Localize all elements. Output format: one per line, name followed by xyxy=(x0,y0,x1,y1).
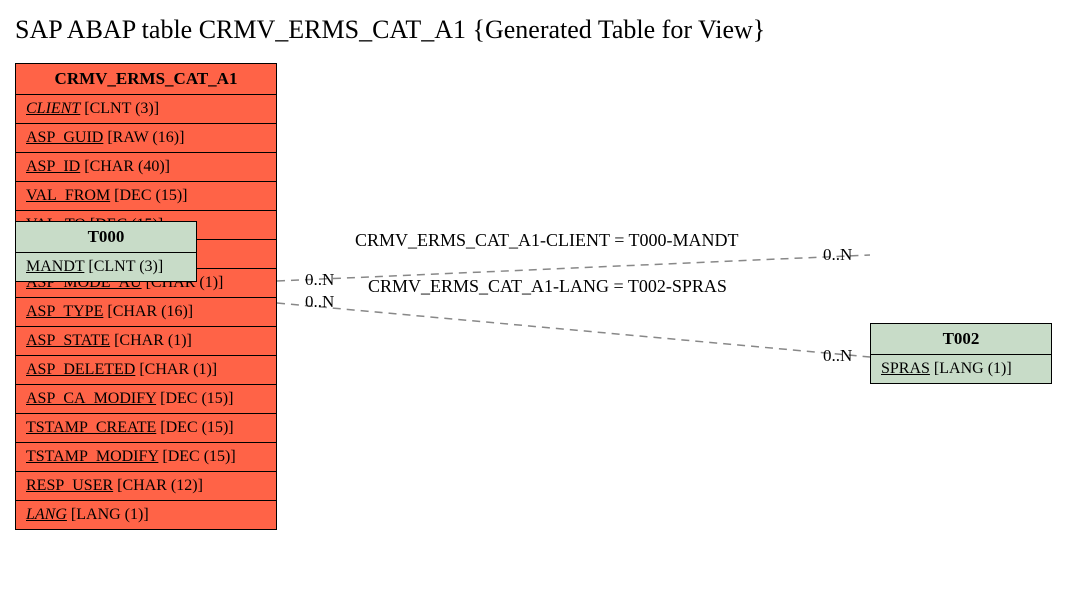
entity-t000-field: MANDT [CLNT (3)] xyxy=(16,253,196,281)
card-right-0: 0..N xyxy=(823,245,852,265)
entity-t000: T000 MANDT [CLNT (3)] xyxy=(15,221,197,282)
entity-t002-header: T002 xyxy=(871,324,1051,355)
entity-main-header: CRMV_ERMS_CAT_A1 xyxy=(16,64,276,95)
entity-main-field: VAL_FROM [DEC (15)] xyxy=(16,182,276,211)
card-left-0: 0..N xyxy=(305,270,334,290)
entity-t000-header: T000 xyxy=(16,222,196,253)
entity-main-field: ASP_ID [CHAR (40)] xyxy=(16,153,276,182)
card-right-1: 0..N xyxy=(823,346,852,366)
entity-main-field: TSTAMP_MODIFY [DEC (15)] xyxy=(16,443,276,472)
card-left-1: 0..N xyxy=(305,292,334,312)
entity-main-field: RESP_USER [CHAR (12)] xyxy=(16,472,276,501)
er-diagram: CRMV_ERMS_CAT_A1 CLIENT [CLNT (3)]ASP_GU… xyxy=(15,63,1056,593)
relation-label-0: CRMV_ERMS_CAT_A1-CLIENT = T000-MANDT xyxy=(355,230,739,251)
entity-t002-field: SPRAS [LANG (1)] xyxy=(871,355,1051,383)
entity-main-field: ASP_GUID [RAW (16)] xyxy=(16,124,276,153)
relation-label-1: CRMV_ERMS_CAT_A1-LANG = T002-SPRAS xyxy=(368,276,727,297)
entity-main-field: ASP_TYPE [CHAR (16)] xyxy=(16,298,276,327)
entity-main-field: ASP_STATE [CHAR (1)] xyxy=(16,327,276,356)
entity-main-field: ASP_CA_MODIFY [DEC (15)] xyxy=(16,385,276,414)
entity-main: CRMV_ERMS_CAT_A1 CLIENT [CLNT (3)]ASP_GU… xyxy=(15,63,277,530)
entity-main-field: CLIENT [CLNT (3)] xyxy=(16,95,276,124)
page-title: SAP ABAP table CRMV_ERMS_CAT_A1 {Generat… xyxy=(15,15,1056,45)
entity-main-field: ASP_DELETED [CHAR (1)] xyxy=(16,356,276,385)
entity-main-field: LANG [LANG (1)] xyxy=(16,501,276,529)
entity-t002: T002 SPRAS [LANG (1)] xyxy=(870,323,1052,384)
entity-main-field: TSTAMP_CREATE [DEC (15)] xyxy=(16,414,276,443)
